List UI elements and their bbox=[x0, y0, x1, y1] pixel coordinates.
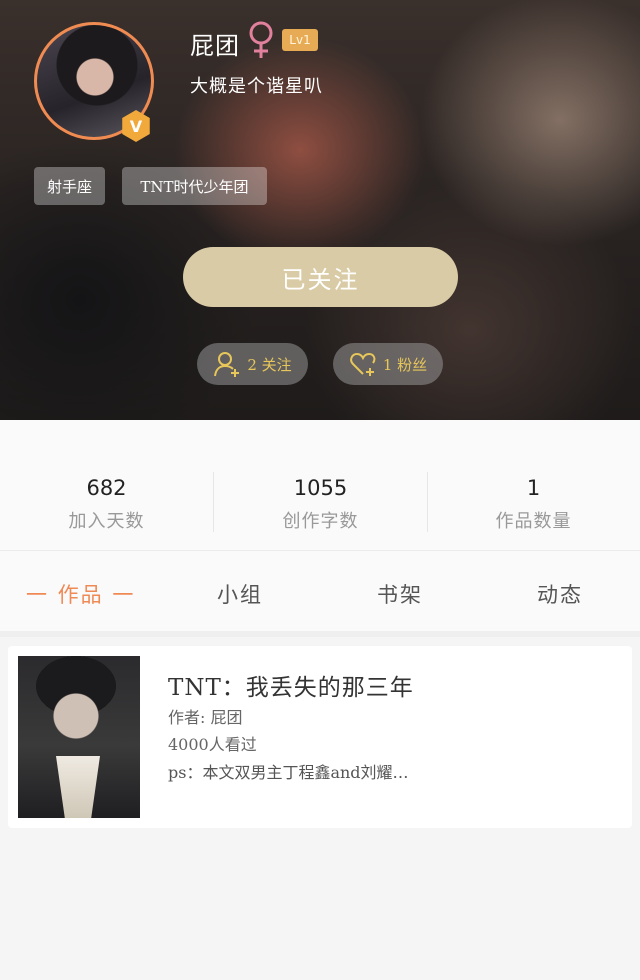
user-add-icon bbox=[214, 352, 240, 377]
profile-tabs: 一 作品 一 小组 书架 动态 bbox=[0, 551, 640, 637]
stat-label: 创作字数 bbox=[282, 511, 359, 532]
tab-groups[interactable]: 小组 bbox=[217, 579, 263, 609]
stats-bar: 682 加入天数 1055 创作字数 1 作品数量 bbox=[0, 420, 640, 551]
profile-bio: 大概是个谐星叭 bbox=[190, 76, 323, 97]
book-title[interactable]: TNT：我丢失的那三年 bbox=[168, 668, 414, 702]
stat-value: 1055 bbox=[293, 476, 348, 500]
following-label: 2 关注 bbox=[247, 355, 292, 374]
work-card[interactable]: TNT：我丢失的那三年 作者: 屁团 4000人看过 ps：本文双男主丁程鑫an… bbox=[8, 646, 632, 828]
fans-label: 1 粉丝 bbox=[382, 355, 428, 374]
tag-fandom[interactable]: TNT时代少年团 bbox=[122, 167, 267, 205]
stat-days: 682 加入天数 bbox=[0, 420, 213, 551]
profile-header: V 屁团 Lv1 大概是个谐星叭 射手座 TNT时代少年团 已关注 2 关注 1… bbox=[0, 0, 640, 420]
username: 屁团 bbox=[190, 32, 240, 60]
stat-works: 1 作品数量 bbox=[427, 420, 640, 551]
stat-value: 682 bbox=[86, 476, 127, 500]
fans-button[interactable]: 1 粉丝 bbox=[333, 343, 443, 385]
tab-activity[interactable]: 动态 bbox=[537, 579, 583, 609]
level-badge: Lv1 bbox=[282, 29, 318, 51]
following-button[interactable]: 2 关注 bbox=[197, 343, 308, 385]
book-author: 作者: 屁团 bbox=[168, 708, 243, 727]
tag-zodiac[interactable]: 射手座 bbox=[34, 167, 105, 205]
follow-button[interactable]: 已关注 bbox=[183, 247, 458, 307]
stat-value: 1 bbox=[526, 476, 541, 500]
female-icon bbox=[249, 21, 273, 58]
tab-works[interactable]: 一 作品 一 bbox=[26, 579, 135, 609]
book-cover[interactable] bbox=[18, 656, 140, 818]
stat-words: 1055 创作字数 bbox=[214, 420, 427, 551]
book-views: 4000人看过 bbox=[168, 735, 257, 754]
tab-bookshelf[interactable]: 书架 bbox=[377, 579, 423, 609]
book-summary: ps：本文双男主丁程鑫and刘耀… bbox=[168, 763, 409, 782]
heart-add-icon bbox=[350, 352, 376, 376]
stat-label: 加入天数 bbox=[68, 511, 145, 532]
stat-label: 作品数量 bbox=[495, 511, 572, 532]
